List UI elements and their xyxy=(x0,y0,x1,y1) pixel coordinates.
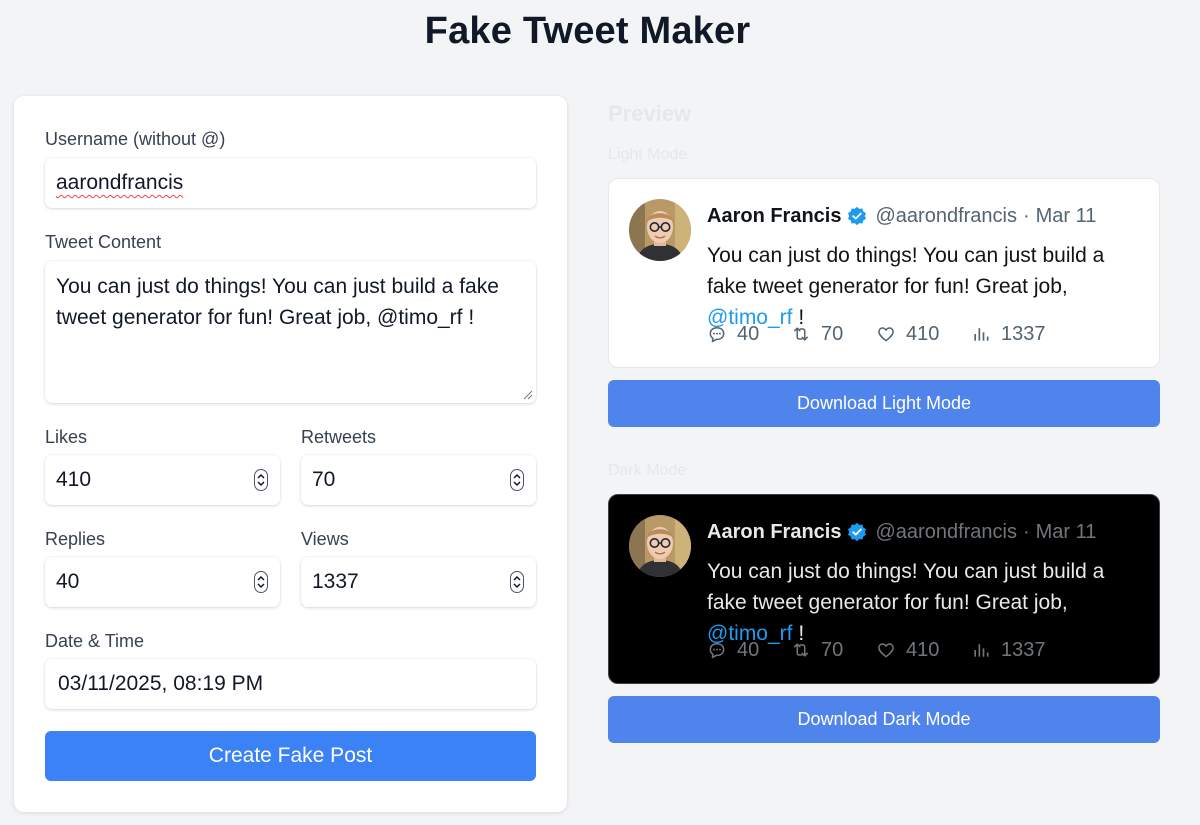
verified-badge-icon xyxy=(848,206,867,226)
retweet-stat: 70 xyxy=(791,323,876,346)
display-name: Aaron Francis xyxy=(707,520,842,543)
datetime-label: Date & Time xyxy=(45,631,145,651)
dark-mode-label: Dark Mode xyxy=(608,462,687,479)
views-stat: 1337 xyxy=(971,639,1046,662)
stepper-icon[interactable] xyxy=(254,469,268,491)
reply-stat: 40 xyxy=(707,323,791,346)
tweet-content-textarea[interactable]: You can just do things! You can just bui… xyxy=(45,261,536,403)
tweet-stats: 40 70 410 1337 xyxy=(707,636,1046,664)
light-mode-label: Light Mode xyxy=(608,146,688,163)
reply-count: 40 xyxy=(737,638,760,661)
download-light-button[interactable]: Download Light Mode xyxy=(608,380,1160,427)
like-count: 410 xyxy=(906,322,940,345)
page-title: Fake Tweet Maker xyxy=(424,10,751,52)
stepper-icon[interactable] xyxy=(510,571,524,593)
retweets-label: Retweets xyxy=(301,427,377,447)
tweet-form-card: Username (without @) aarondfrancis Tweet… xyxy=(14,96,567,812)
tweet-date: Mar 11 xyxy=(1035,520,1097,543)
like-stat: 410 xyxy=(876,323,971,346)
tweet-stats: 40 70 410 1337 xyxy=(707,320,1046,348)
replies-label: Replies xyxy=(45,529,106,549)
username-label: Username (without @) xyxy=(45,129,226,149)
datetime-value: 03/11/2025, 08:19 PM xyxy=(58,672,264,695)
like-icon xyxy=(878,643,894,658)
replies-input[interactable]: 40 xyxy=(45,557,280,607)
resize-grip-icon[interactable] xyxy=(523,390,533,400)
reply-icon xyxy=(709,643,725,659)
create-fake-post-button[interactable]: Create Fake Post xyxy=(45,731,536,781)
views-stat: 1337 xyxy=(971,323,1046,346)
preview-heading: Preview xyxy=(608,101,692,126)
retweet-count: 70 xyxy=(821,322,844,345)
like-icon xyxy=(878,327,894,342)
views-icon xyxy=(974,644,989,657)
retweet-stat: 70 xyxy=(791,639,876,662)
display-name: Aaron Francis xyxy=(707,204,842,227)
tweet-date: Mar 11 xyxy=(1035,204,1097,227)
tweet-header: Aaron Francis @aarondfrancis · Mar 11 xyxy=(707,203,1096,229)
username-value: aarondfrancis xyxy=(56,171,184,194)
views-count: 1337 xyxy=(1001,322,1046,345)
retweets-input[interactable]: 70 xyxy=(301,455,536,505)
tweet-handle: @aarondfrancis xyxy=(875,204,1017,227)
datetime-input[interactable]: 03/11/2025, 08:19 PM xyxy=(45,659,536,709)
retweet-icon xyxy=(794,327,808,341)
tweet-header: Aaron Francis @aarondfrancis · Mar 11 xyxy=(707,519,1096,545)
reply-stat: 40 xyxy=(707,639,791,662)
replies-value: 40 xyxy=(56,570,80,593)
verified-badge-icon xyxy=(848,522,867,542)
reply-count: 40 xyxy=(737,322,760,345)
username-input[interactable]: aarondfrancis xyxy=(45,158,536,208)
header-separator: · xyxy=(1022,204,1030,227)
stepper-icon[interactable] xyxy=(254,571,268,593)
tweet-text-main: You can just do things! You can just bui… xyxy=(707,560,1105,614)
download-dark-button[interactable]: Download Dark Mode xyxy=(608,696,1160,743)
avatar xyxy=(629,515,691,577)
tweet-content-value: You can just do things! You can just bui… xyxy=(56,275,499,329)
likes-label: Likes xyxy=(45,427,88,447)
views-icon xyxy=(974,328,989,341)
header-separator: · xyxy=(1022,520,1030,543)
views-value: 1337 xyxy=(312,570,359,593)
stepper-icon[interactable] xyxy=(510,469,524,491)
views-input[interactable]: 1337 xyxy=(301,557,536,607)
retweet-count: 70 xyxy=(821,638,844,661)
reply-icon xyxy=(709,327,725,343)
tweet-handle: @aarondfrancis xyxy=(875,520,1017,543)
tweet-preview-dark: Aaron Francis @aarondfrancis · Mar 11 Yo… xyxy=(608,494,1160,684)
likes-value: 410 xyxy=(56,468,92,491)
tweet-text-main: You can just do things! You can just bui… xyxy=(707,244,1105,298)
retweet-icon xyxy=(794,643,808,657)
views-label: Views xyxy=(301,529,349,549)
likes-input[interactable]: 410 xyxy=(45,455,280,505)
avatar xyxy=(629,199,691,261)
tweet-preview-light: Aaron Francis @aarondfrancis · Mar 11 Yo… xyxy=(608,178,1160,368)
like-stat: 410 xyxy=(876,639,971,662)
retweets-value: 70 xyxy=(312,468,336,491)
views-count: 1337 xyxy=(1001,638,1046,661)
like-count: 410 xyxy=(906,638,940,661)
tweet-content-label: Tweet Content xyxy=(45,232,162,252)
